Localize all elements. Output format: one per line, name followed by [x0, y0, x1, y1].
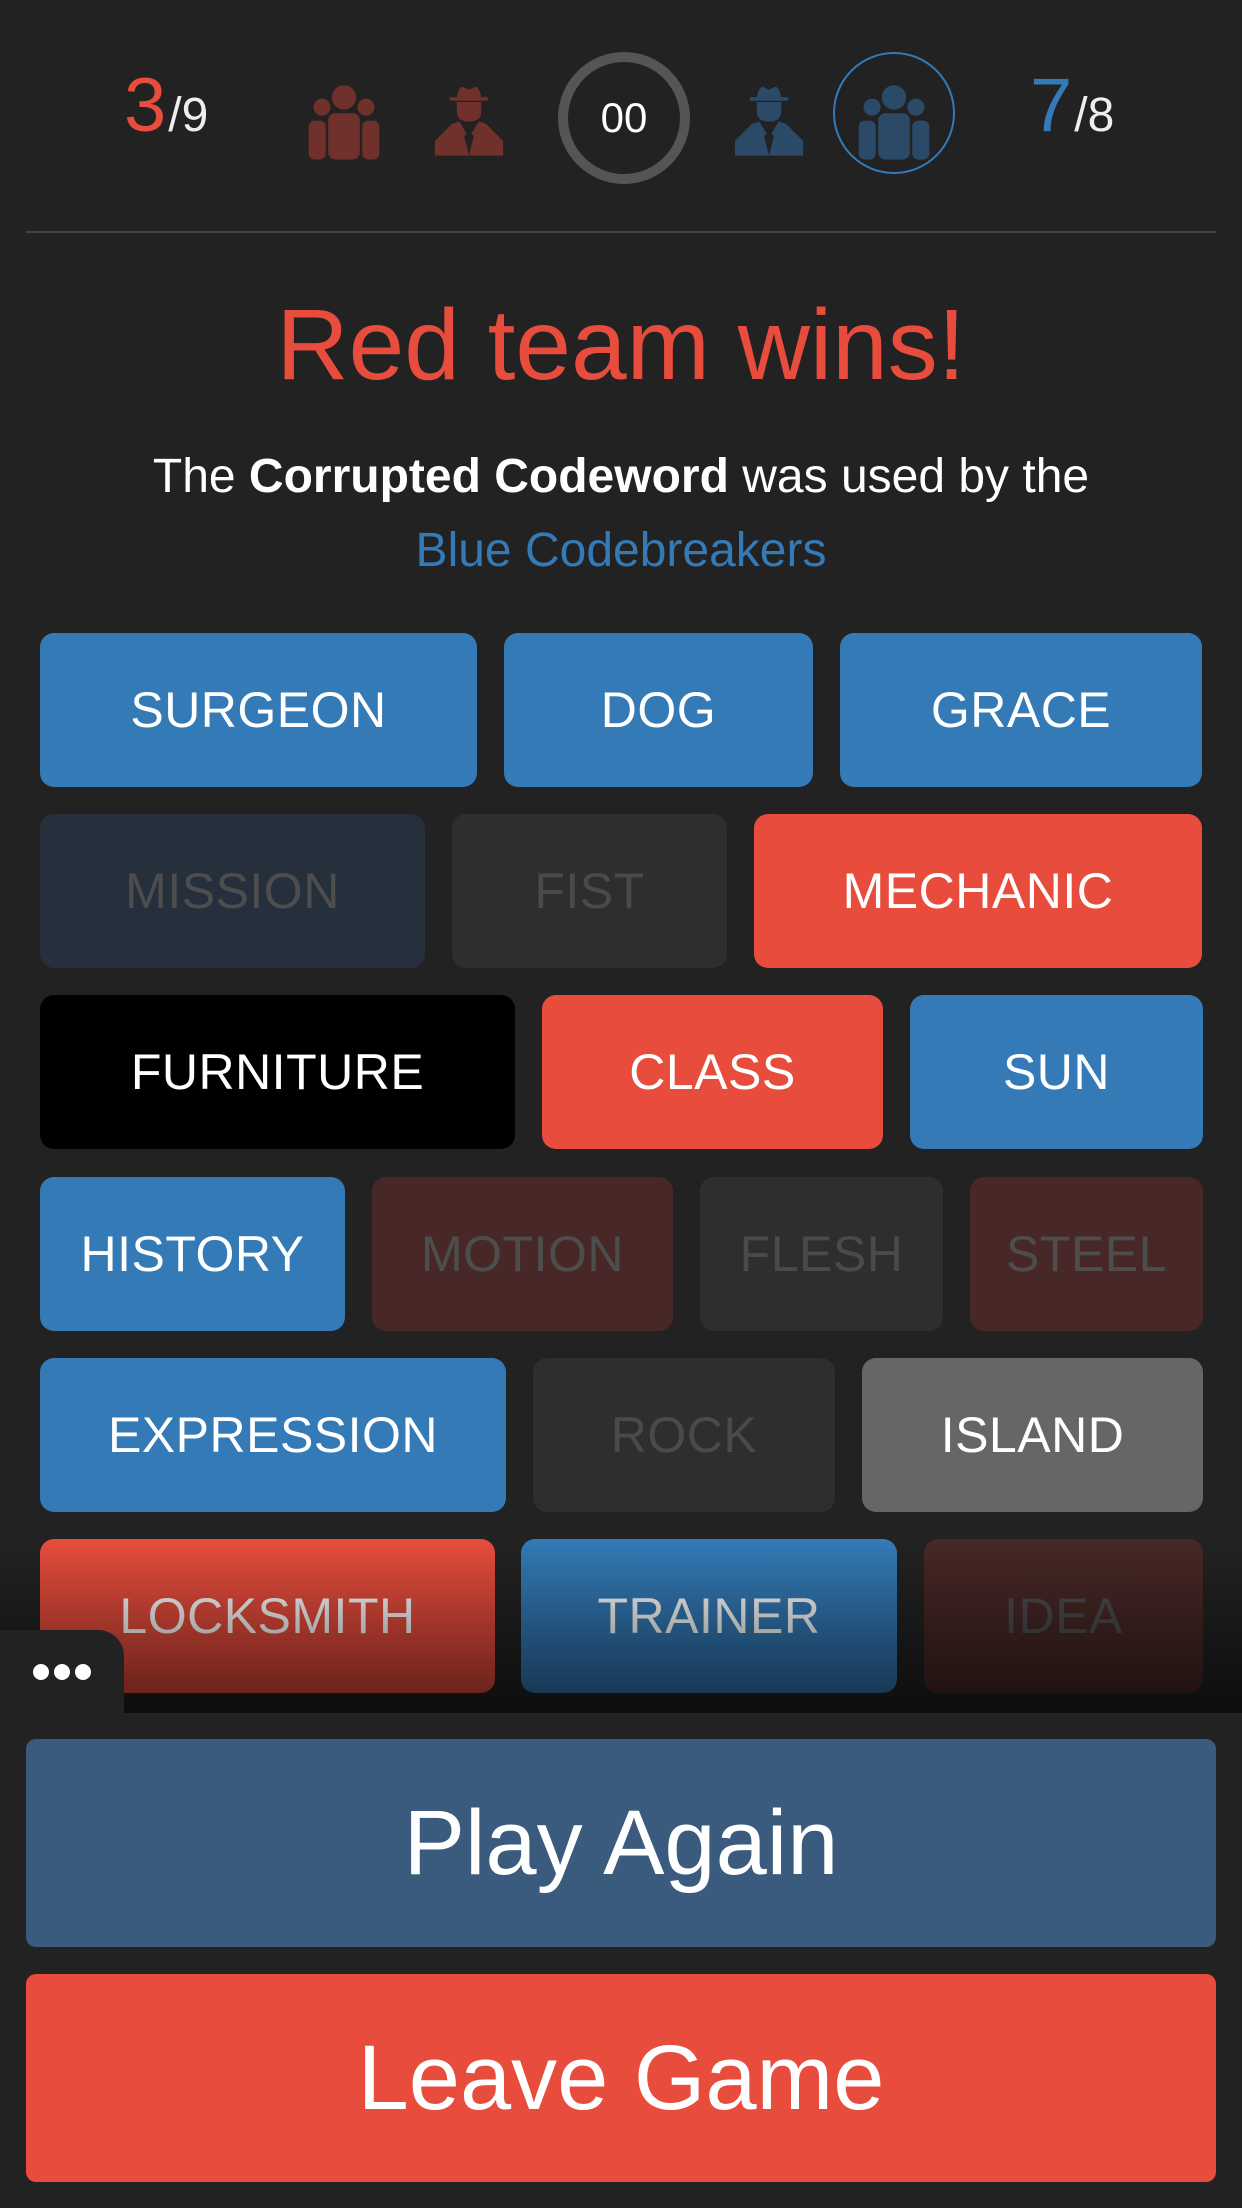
word-card-island[interactable]: ISLAND [862, 1358, 1203, 1512]
result-team: Blue Codebreakers [415, 524, 827, 577]
word-card-steel[interactable]: STEEL [970, 1177, 1203, 1331]
word-card-surgeon[interactable]: SURGEON [40, 633, 477, 787]
word-card-flesh[interactable]: FLESH [700, 1177, 943, 1331]
word-card-rock[interactable]: ROCK [533, 1358, 835, 1512]
more-dots-icon [33, 1664, 49, 1680]
leave-game-button[interactable]: Leave Game [26, 1974, 1216, 2182]
header-divider [26, 231, 1216, 233]
more-menu-button[interactable] [0, 1630, 124, 1714]
blue-score-total: /8 [1074, 89, 1115, 142]
word-card-history[interactable]: HISTORY [40, 1177, 345, 1331]
word-card-expression[interactable]: EXPRESSION [40, 1358, 506, 1512]
word-card-sun[interactable]: SUN [910, 995, 1203, 1149]
result-suffix: was used by the [728, 450, 1090, 503]
word-card-mechanic[interactable]: MECHANIC [754, 814, 1202, 968]
result-prefix: The [152, 450, 249, 503]
blue-score-found: 7 [1030, 63, 1073, 148]
word-card-furniture[interactable]: FURNITURE [40, 995, 515, 1149]
word-card-dog[interactable]: DOG [504, 633, 813, 787]
word-card-mission[interactable]: MISSION [40, 814, 425, 968]
word-card-fist[interactable]: FIST [452, 814, 727, 968]
play-again-button[interactable]: Play Again [26, 1739, 1216, 1947]
result-title: Red team wins! [276, 289, 966, 401]
red-score: 3 /9 [124, 68, 208, 158]
word-card-motion[interactable]: MOTION [372, 1177, 673, 1331]
red-score-found: 3 [124, 63, 167, 148]
more-dots-icon-dot [75, 1664, 91, 1680]
blue-score: 7 /8 [1030, 68, 1114, 158]
word-card-grace[interactable]: GRACE [840, 633, 1202, 787]
result-message: The Corrupted Codeword was used by the B… [0, 440, 1242, 588]
blue-team-icon[interactable] [855, 84, 933, 162]
red-score-total: /9 [168, 89, 209, 142]
word-card-trainer[interactable]: TRAINER [521, 1539, 897, 1693]
word-card-idea[interactable]: IDEA [924, 1539, 1203, 1693]
red-spymaster-icon[interactable] [430, 80, 508, 158]
blue-spymaster-icon[interactable] [730, 80, 808, 158]
more-dots-icon-dot [54, 1664, 70, 1680]
word-card-class[interactable]: CLASS [542, 995, 883, 1149]
board-bottom-edge [0, 1700, 1242, 1713]
result-codeword: Corrupted Codeword [248, 450, 729, 503]
red-team-icon[interactable] [305, 84, 383, 162]
turn-timer: 00 [558, 52, 690, 184]
